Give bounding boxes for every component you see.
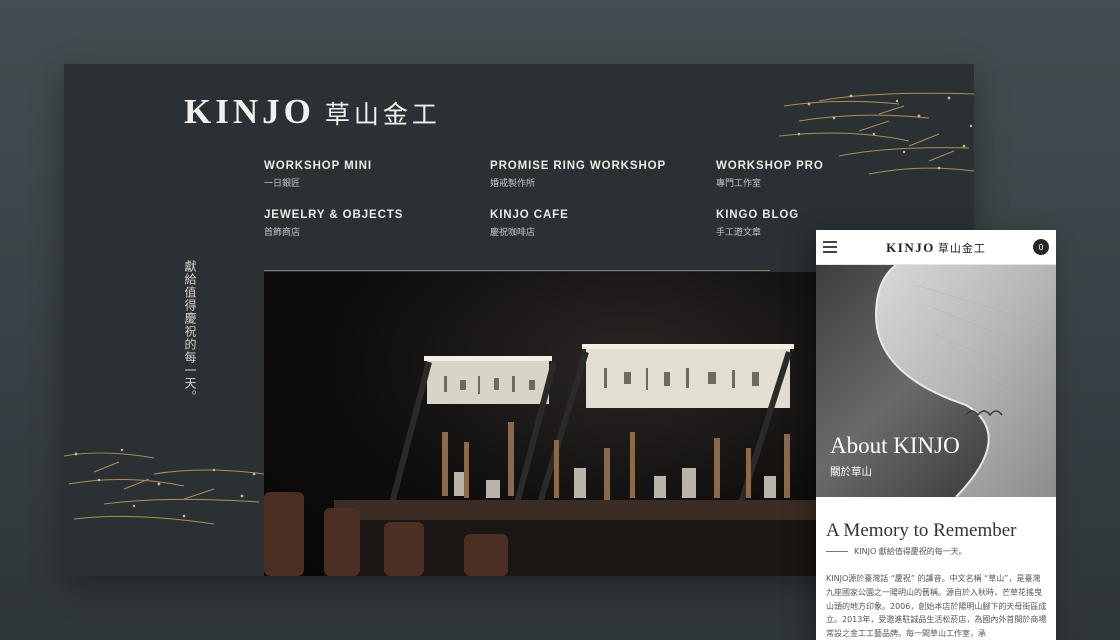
vertical-tagline: 獻給值得慶祝的每一天。 xyxy=(183,260,197,403)
workshop-hero-image xyxy=(264,272,824,576)
nav-workshop-mini[interactable]: WORKSHOP MINI 一日銀匠 xyxy=(264,160,484,189)
nav-label: KINJO CAFE xyxy=(490,209,569,221)
nav-workshop-pro[interactable]: WORKSHOP PRO 專門工作室 xyxy=(716,160,936,189)
nav-label: WORKSHOP PRO xyxy=(716,160,824,172)
pampas-grass-decoration-bottom xyxy=(64,448,264,525)
about-hero-image xyxy=(816,265,1056,497)
mobile-header: KINJO 草山金工 0 xyxy=(816,230,1056,265)
mobile-logo-latin: KINJO xyxy=(886,240,935,255)
mobile-logo[interactable]: KINJO 草山金工 xyxy=(816,239,1056,257)
subline-text: KINJO 獻給值得慶祝的每一天。 xyxy=(854,547,967,556)
mobile-mockup: KINJO 草山金工 0 About KINJO 關於草山 A Memory to xyxy=(816,230,1056,640)
section-subline: KINJO 獻給值得慶祝的每一天。 xyxy=(826,546,967,557)
nav-jewelry-objects[interactable]: JEWELRY & OBJECTS 首飾商店 xyxy=(264,209,484,238)
workshop-illustration xyxy=(264,344,824,576)
section-heading: A Memory to Remember xyxy=(826,520,1017,541)
silver-metal-illustration xyxy=(816,265,1056,497)
nav-label: PROMISE RING WORKSHOP xyxy=(490,160,667,172)
hero-divider xyxy=(264,270,770,271)
nav-label: JEWELRY & OBJECTS xyxy=(264,209,404,221)
subline-dash xyxy=(826,551,848,552)
nav-sublabel: 婚戒製作所 xyxy=(490,179,536,189)
about-body-text: KINJO源於臺灣話 “慶祝” 的譯音。中文名稱 “草山”，是臺灣九座國家公園之… xyxy=(826,574,1047,639)
nav-sublabel: 首飾商店 xyxy=(264,228,301,238)
about-title: About KINJO xyxy=(830,433,960,458)
nav-sublabel: 慶祝咖啡店 xyxy=(490,228,536,238)
logo-cjk: 草山金工 xyxy=(324,100,441,129)
logo-latin: KINJO xyxy=(184,92,315,131)
nav-kinjo-cafe[interactable]: KINJO CAFE 慶祝咖啡店 xyxy=(490,209,710,238)
site-logo[interactable]: KINJO 草山金工 xyxy=(184,92,441,132)
nav-sublabel: 專門工作室 xyxy=(716,179,762,189)
cart-count-badge[interactable]: 0 xyxy=(1033,239,1049,255)
nav-sublabel: 一日銀匠 xyxy=(264,179,301,189)
nav-label: KINGO BLOG xyxy=(716,209,800,221)
mobile-logo-cjk: 草山金工 xyxy=(937,242,986,255)
nav-label: WORKSHOP MINI xyxy=(264,160,372,172)
about-subtitle: 關於草山 xyxy=(830,466,872,478)
nav-promise-ring-workshop[interactable]: PROMISE RING WORKSHOP 婚戒製作所 xyxy=(490,160,710,189)
